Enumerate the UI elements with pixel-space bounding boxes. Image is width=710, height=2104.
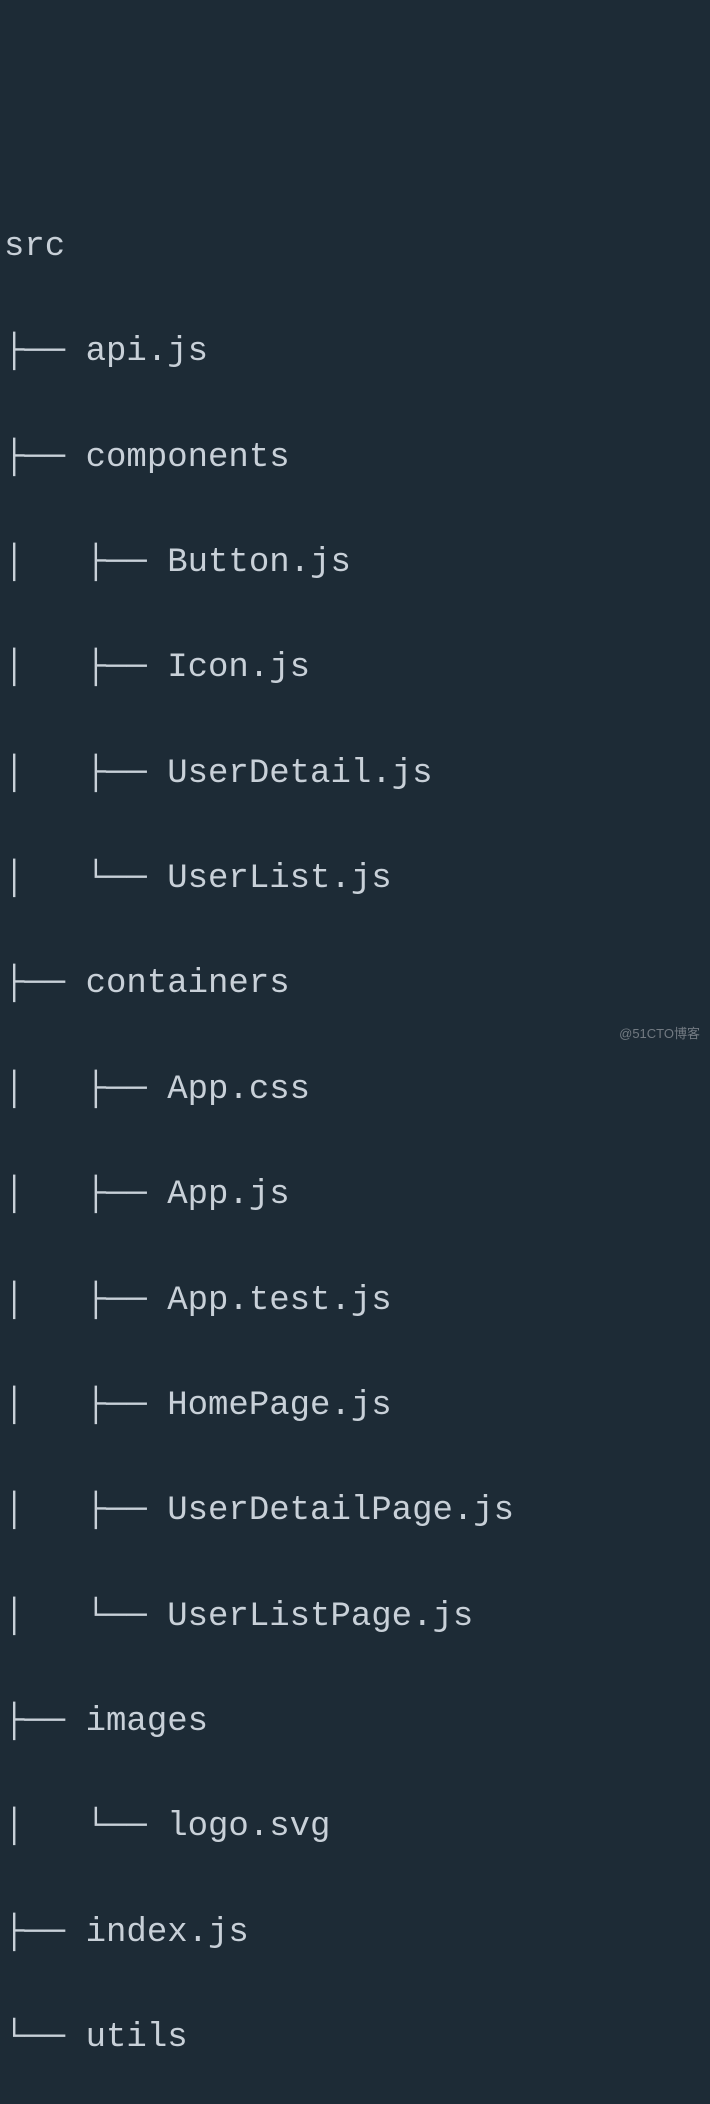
tree-line: │ └── UserList.js — [4, 853, 706, 906]
tree-line: │ └── UserListPage.js — [4, 1591, 706, 1644]
tree-line: │ └── logo.svg — [4, 1801, 706, 1854]
watermark: @51CTO博客 — [619, 1024, 700, 1044]
tree-line: │ ├── UserDetailPage.js — [4, 1485, 706, 1538]
tree-line: │ ├── HomePage.js — [4, 1380, 706, 1433]
tree-line: │ ├── Button.js — [4, 537, 706, 590]
tree-line: └── utils — [4, 2012, 706, 2065]
tree-line: ├── components — [4, 432, 706, 485]
tree-line: │ ├── UserDetail.js — [4, 748, 706, 801]
tree-line: ├── images — [4, 1696, 706, 1749]
tree-line: │ ├── App.test.js — [4, 1275, 706, 1328]
tree-line: ├── api.js — [4, 326, 706, 379]
tree-line: │ ├── Icon.js — [4, 642, 706, 695]
tree-root: src — [4, 221, 706, 274]
tree-line: ├── index.js — [4, 1907, 706, 1960]
tree-line: ├── containers — [4, 958, 706, 1011]
tree-line: │ ├── App.css — [4, 1064, 706, 1117]
tree-line: │ ├── App.js — [4, 1169, 706, 1222]
